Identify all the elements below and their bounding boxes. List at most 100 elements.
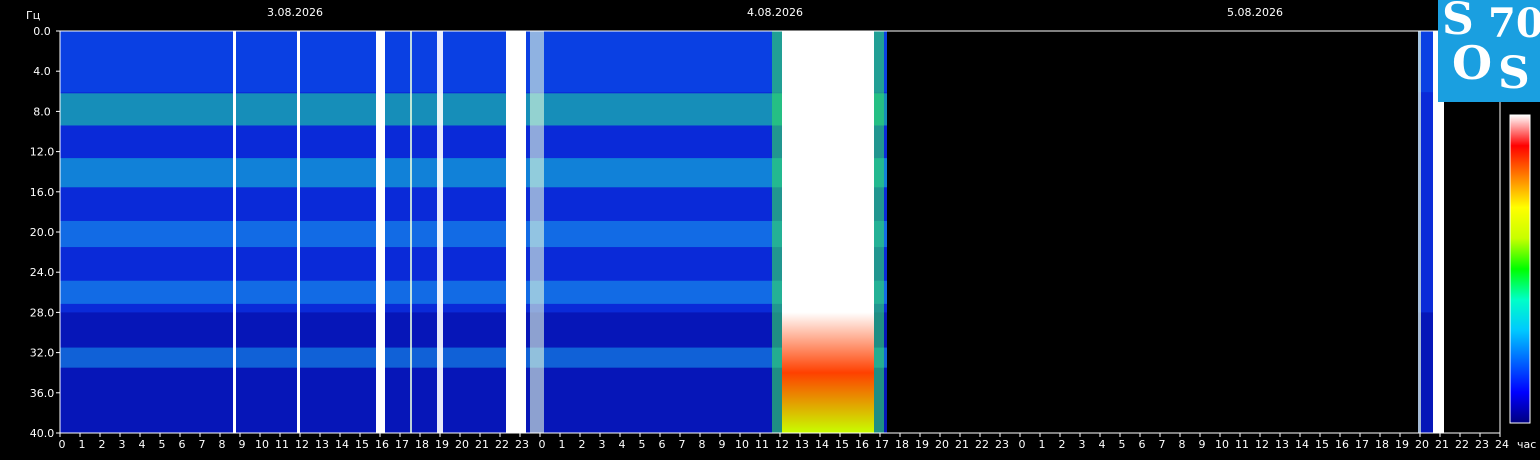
burst-line bbox=[1418, 31, 1421, 433]
burst-line bbox=[437, 31, 443, 433]
y-tick-label: 4.0 bbox=[33, 65, 51, 78]
burst-core bbox=[782, 31, 874, 433]
y-tick-label: 36.0 bbox=[30, 387, 55, 400]
x-tick-label: 13 bbox=[1275, 438, 1289, 451]
date-label: 3.08.2026 bbox=[267, 6, 323, 19]
burst-line bbox=[297, 31, 300, 433]
x-tick-label: 8 bbox=[1179, 438, 1186, 451]
x-tick-label: 9 bbox=[719, 438, 726, 451]
x-tick-label: 4 bbox=[619, 438, 626, 451]
x-tick-label: 12 bbox=[1255, 438, 1269, 451]
y-tick-label: 40.0 bbox=[30, 427, 55, 440]
x-tick-label: 23 bbox=[515, 438, 529, 451]
sos70-logo: S 70 O S bbox=[1438, 0, 1540, 102]
x-tick-label: 13 bbox=[795, 438, 809, 451]
y-tick-label: 28.0 bbox=[30, 306, 55, 319]
x-tick-label: 17 bbox=[395, 438, 409, 451]
x-tick-label: 4 bbox=[139, 438, 146, 451]
x-tick-label: 14 bbox=[335, 438, 349, 451]
x-tick-label: 22 bbox=[975, 438, 989, 451]
x-tick-label: 5 bbox=[639, 438, 646, 451]
x-tick-label: 0 bbox=[1019, 438, 1026, 451]
x-tick-label: 3 bbox=[119, 438, 126, 451]
y-unit-label: Гц bbox=[26, 9, 40, 22]
x-tick-label: 10 bbox=[255, 438, 269, 451]
x-tick-label: 10 bbox=[1215, 438, 1229, 451]
x-tick-label: 7 bbox=[1159, 438, 1166, 451]
x-tick-label: 6 bbox=[659, 438, 666, 451]
y-tick-label: 32.0 bbox=[30, 347, 55, 360]
resonance-band bbox=[60, 220, 887, 248]
x-tick-label: 11 bbox=[1235, 438, 1249, 451]
x-tick-label: 24 bbox=[1495, 438, 1509, 451]
x-tick-label: 7 bbox=[679, 438, 686, 451]
logo-number-70: 70 bbox=[1488, 0, 1540, 47]
y-tick-label: 24.0 bbox=[30, 266, 55, 279]
x-tick-label: 19 bbox=[435, 438, 449, 451]
x-tick-label: 14 bbox=[1295, 438, 1309, 451]
x-tick-label: 23 bbox=[1475, 438, 1489, 451]
x-tick-label: 7 bbox=[199, 438, 206, 451]
x-tick-label: 17 bbox=[875, 438, 889, 451]
x-tick-label: 2 bbox=[1059, 438, 1066, 451]
x-tick-label: 22 bbox=[495, 438, 509, 451]
x-tick-label: 15 bbox=[1315, 438, 1329, 451]
data-segment-lower bbox=[60, 312, 887, 433]
x-tick-label: 2 bbox=[99, 438, 106, 451]
x-tick-label: 18 bbox=[1375, 438, 1389, 451]
burst-line bbox=[233, 31, 236, 433]
x-tick-label: 19 bbox=[915, 438, 929, 451]
date-label: 5.08.2026 bbox=[1227, 6, 1283, 19]
logo-letter-o: O bbox=[1452, 36, 1493, 90]
x-unit-label: час bbox=[1517, 438, 1536, 451]
data-segment-upper bbox=[60, 31, 887, 93]
x-tick-label: 0 bbox=[59, 438, 66, 451]
x-tick-label: 11 bbox=[275, 438, 289, 451]
logo-letter-s-bottom: S bbox=[1498, 48, 1530, 99]
y-tick-label: 12.0 bbox=[30, 146, 55, 159]
y-tick-label: 0.0 bbox=[33, 25, 51, 38]
x-tick-label: 12 bbox=[775, 438, 789, 451]
burst-line bbox=[376, 31, 385, 433]
x-tick-label: 2 bbox=[579, 438, 586, 451]
y-tick-label: 16.0 bbox=[30, 186, 55, 199]
x-tick-label: 20 bbox=[455, 438, 469, 451]
x-tick-label: 9 bbox=[239, 438, 246, 451]
x-tick-label: 6 bbox=[1139, 438, 1146, 451]
resonance-band bbox=[60, 158, 887, 188]
burst-line bbox=[410, 31, 412, 433]
x-tick-label: 3 bbox=[599, 438, 606, 451]
x-tick-label: 20 bbox=[1415, 438, 1429, 451]
x-tick-label: 3 bbox=[1079, 438, 1086, 451]
x-tick-label: 5 bbox=[159, 438, 166, 451]
x-tick-label: 16 bbox=[855, 438, 869, 451]
burst-line bbox=[530, 31, 544, 433]
x-tick-label: 14 bbox=[815, 438, 829, 451]
x-tick-label: 21 bbox=[1435, 438, 1449, 451]
y-tick-label: 20.0 bbox=[30, 226, 55, 239]
x-tick-label: 8 bbox=[219, 438, 226, 451]
x-tick-label: 13 bbox=[315, 438, 329, 451]
date-label: 4.08.2026 bbox=[747, 6, 803, 19]
x-tick-label: 11 bbox=[755, 438, 769, 451]
x-tick-label: 1 bbox=[79, 438, 86, 451]
x-tick-label: 16 bbox=[1335, 438, 1349, 451]
spectrogram-chart: 0.0 4.0 8.0 12.0 16.0 20.0 24.0 28.0 32.0 36.0 40.… bbox=[26, 6, 1536, 451]
x-tick-label: 4 bbox=[1099, 438, 1106, 451]
x-tick-label: 1 bbox=[559, 438, 566, 451]
y-tick-label: 8.0 bbox=[33, 105, 51, 118]
x-tick-label: 15 bbox=[355, 438, 369, 451]
resonance-band bbox=[60, 93, 887, 126]
x-tick-label: 8 bbox=[699, 438, 706, 451]
burst-line bbox=[506, 31, 526, 433]
resonance-band bbox=[60, 280, 887, 304]
x-tick-label: 16 bbox=[375, 438, 389, 451]
x-tick-label: 22 bbox=[1455, 438, 1469, 451]
x-tick-label: 0 bbox=[539, 438, 546, 451]
resonance-band bbox=[60, 347, 887, 368]
x-tick-label: 23 bbox=[995, 438, 1009, 451]
x-tick-label: 9 bbox=[1199, 438, 1206, 451]
x-tick-label: 1 bbox=[1039, 438, 1046, 451]
x-tick-label: 5 bbox=[1119, 438, 1126, 451]
x-tick-label: 10 bbox=[735, 438, 749, 451]
